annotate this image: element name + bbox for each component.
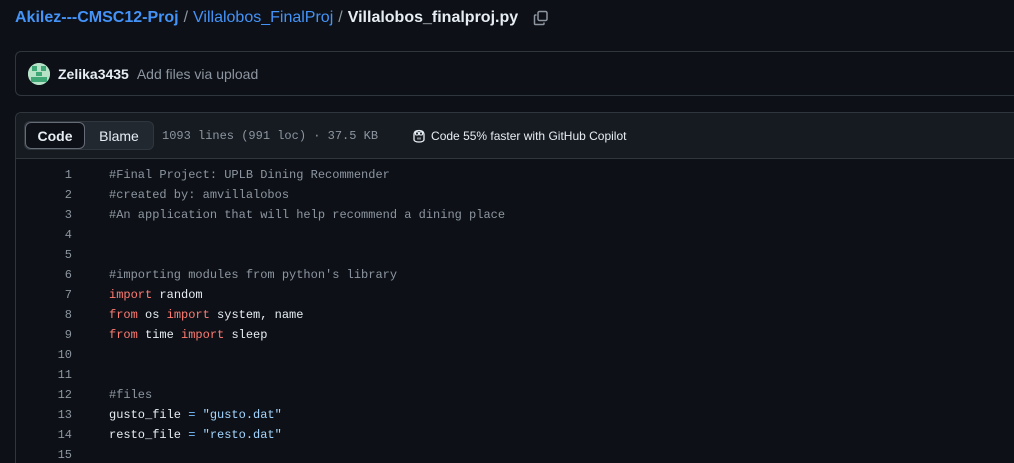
line-number[interactable]: 13: [16, 408, 72, 422]
code-text: system, name: [209, 308, 304, 322]
line-number[interactable]: 1: [16, 168, 72, 182]
code-line: 7 import random: [16, 285, 1014, 305]
code-comment: #importing modules from python's library: [109, 268, 398, 282]
file-viewer: Code Blame 1093 lines (991 loc) · 37.5 K…: [15, 112, 1014, 463]
code-line: 14 resto_file = "resto.dat": [16, 425, 1014, 445]
breadcrumb-separator: /: [183, 9, 189, 26]
code-text: resto_file: [109, 428, 189, 442]
file-header: Code Blame 1093 lines (991 loc) · 37.5 K…: [16, 113, 1014, 159]
current-file-name: Villalobos_finalproj.py: [347, 9, 519, 26]
copy-path-button[interactable]: [532, 9, 550, 27]
code-comment: #Final Project: UPLB Dining Recommender: [109, 168, 390, 182]
code-line: 1 #Final Project: UPLB Dining Recommender: [16, 165, 1014, 185]
breadcrumb: Akilez---CMSC12-Proj / Villalobos_FinalP…: [15, 7, 550, 29]
code-text: sleep: [224, 328, 268, 342]
folder-link[interactable]: Villalobos_FinalProj: [193, 9, 333, 27]
repo-link[interactable]: Akilez---CMSC12-Proj: [15, 9, 179, 27]
code-comment: #created by: amvillalobos: [109, 188, 290, 202]
code-text: os: [137, 308, 167, 322]
line-number[interactable]: 8: [16, 308, 72, 322]
code-line: 9 from time import sleep: [16, 325, 1014, 345]
line-number[interactable]: 3: [16, 208, 72, 222]
code-line: 10: [16, 345, 1014, 365]
view-toggle: Code Blame: [24, 121, 154, 150]
code-comment: #An application that will help recommend…: [109, 208, 506, 222]
line-number[interactable]: 12: [16, 388, 72, 402]
code-line: 13 gusto_file = "gusto.dat": [16, 405, 1014, 425]
code-view: 1 #Final Project: UPLB Dining Recommender…: [16, 159, 1014, 463]
code-line: 12 #files: [16, 385, 1014, 405]
code-line: 8 from os import system, name: [16, 305, 1014, 325]
code-line: 3 #An application that will help recommen…: [16, 205, 1014, 225]
copilot-text: Code 55% faster with GitHub Copilot: [431, 128, 627, 143]
code-line: 4: [16, 225, 1014, 245]
commit-author[interactable]: Zelika3435: [58, 66, 129, 82]
code-line: 15: [16, 445, 1014, 463]
latest-commit-bar: Zelika3435 Add files via upload: [15, 51, 1014, 96]
code-text: time: [137, 328, 182, 342]
line-number[interactable]: 14: [16, 428, 72, 442]
copy-icon: [533, 10, 548, 26]
code-keyword: import: [181, 328, 225, 342]
line-number[interactable]: 6: [16, 268, 72, 282]
tab-code[interactable]: Code: [25, 122, 85, 149]
line-number[interactable]: 2: [16, 188, 72, 202]
line-number[interactable]: 10: [16, 348, 72, 362]
code-keyword: from: [109, 328, 138, 342]
copilot-icon: [411, 128, 427, 144]
code-comment: #files: [109, 388, 153, 402]
code-line: 5: [16, 245, 1014, 265]
code-string: "resto.dat": [195, 428, 282, 442]
code-string: "gusto.dat": [195, 408, 282, 422]
code-line: 6 #importing modules from python's librar…: [16, 265, 1014, 285]
line-number[interactable]: 9: [16, 328, 72, 342]
code-line: 11: [16, 365, 1014, 385]
code-keyword: import: [166, 308, 210, 322]
code-text: gusto_file: [109, 408, 189, 422]
commit-message[interactable]: Add files via upload: [137, 66, 258, 82]
line-number[interactable]: 15: [16, 448, 72, 462]
avatar[interactable]: [28, 62, 50, 85]
line-number[interactable]: 7: [16, 288, 72, 302]
line-number[interactable]: 4: [16, 228, 72, 242]
code-line: 2 #created by: amvillalobos: [16, 185, 1014, 205]
line-number[interactable]: 11: [16, 368, 72, 382]
code-keyword: from: [109, 308, 138, 322]
code-keyword: import: [109, 288, 153, 302]
breadcrumb-separator: /: [338, 9, 343, 26]
copilot-promo-link[interactable]: Code 55% faster with GitHub Copilot: [411, 128, 626, 144]
file-stats: 1093 lines (991 loc) · 37.5 KB: [162, 128, 379, 143]
code-text: random: [152, 288, 203, 302]
line-number[interactable]: 5: [16, 248, 72, 262]
tab-blame[interactable]: Blame: [85, 122, 153, 149]
